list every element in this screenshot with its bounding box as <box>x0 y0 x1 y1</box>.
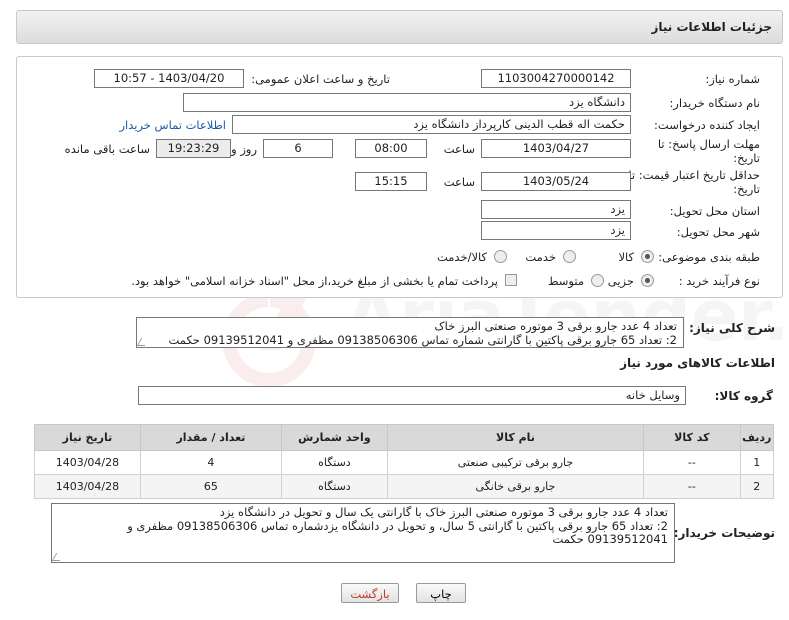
cell-code: -- <box>643 474 741 499</box>
back-button[interactable]: بازگشت <box>341 583 399 603</box>
need-number-field: 1103004270000142 <box>481 69 631 88</box>
table-row: 2 -- جارو برقی خانگی دستگاه 65 1403/04/2… <box>34 474 775 499</box>
cell-qty: 65 <box>139 474 282 499</box>
buyer-notes-line-1: تعداد 4 عدد جارو برقی 3 موتوره صنعتی الب… <box>219 505 668 519</box>
goods-table: ردیف کد کالا نام کالا واحد شمارش تعداد /… <box>34 424 775 499</box>
col-header-qty: تعداد / مقدار <box>139 424 282 451</box>
col-header-row: ردیف <box>739 424 775 451</box>
treasury-payment-checkbox[interactable] <box>505 274 517 286</box>
validity-time-label: ساعت <box>443 175 475 189</box>
process-radio-medium[interactable] <box>591 274 604 287</box>
category-label: طبقه بندی موضوعی: <box>658 250 760 264</box>
summary-line-2: 2: تعداد 65 جارو برقی پاکتین با گارانتی … <box>168 333 678 347</box>
buyer-org-label: نام دستگاه خریدار: <box>669 96 760 110</box>
resize-handle-icon[interactable] <box>52 553 65 561</box>
cell-unit: دستگاه <box>280 474 388 499</box>
process-label: نوع فرآیند خرید : <box>678 274 760 288</box>
col-header-name: نام کالا <box>386 424 645 451</box>
cell-code: -- <box>643 450 741 475</box>
city-label: شهر محل تحویل: <box>676 225 760 239</box>
print-button[interactable]: چاپ <box>416 583 466 603</box>
city-field: یزد <box>481 221 631 240</box>
table-row: 1 -- جارو برقی ترکیبی صنعتی دستگاه 4 140… <box>34 450 775 475</box>
validity-time-field: 15:15 <box>355 172 427 191</box>
announce-field: 1403/04/20 - 10:57 <box>94 69 244 88</box>
buyer-notes-label: توضیحات خریدار: <box>673 526 775 540</box>
cell-name: جارو برقی خانگی <box>386 474 645 499</box>
need-number-label: شماره نیاز: <box>705 72 760 86</box>
cell-unit: دستگاه <box>280 450 388 475</box>
days-label: روز و <box>231 142 257 156</box>
process-radio-minor[interactable] <box>641 274 654 287</box>
treasury-payment-note: پرداخت تمام یا بخشی از مبلغ خرید،از محل … <box>131 274 498 288</box>
page-title: جزئیات اطلاعات نیاز <box>16 10 783 44</box>
deadline-time-field: 08:00 <box>355 139 427 158</box>
col-header-unit: واحد شمارش <box>280 424 388 451</box>
requester-field: حکمت اله قطب الدینی کارپرداز دانشگاه یزد <box>232 115 631 134</box>
col-header-date: تاریخ نیاز <box>34 424 141 451</box>
buyer-contact-link[interactable]: اطلاعات تماس خریدار <box>119 118 226 132</box>
goods-table-header: ردیف کد کالا نام کالا واحد شمارش تعداد /… <box>34 424 775 451</box>
cell-date: 1403/04/28 <box>34 474 141 499</box>
requester-label: ایجاد کننده درخواست: <box>654 118 760 132</box>
buyer-notes-line-2: 2: تعداد 65 جارو برقی پاکتین با گارانتی … <box>127 518 668 533</box>
cell-qty: 4 <box>139 450 282 475</box>
deadline-date-label: تاریخ: <box>733 151 760 165</box>
deadline-label: مهلت ارسال پاسخ: تا <box>657 137 760 151</box>
summary-line-1: تعداد 4 عدد جارو برقی 3 موتوره صنعتی الب… <box>434 319 677 333</box>
col-header-code: کد کالا <box>643 424 741 451</box>
cell-date: 1403/04/28 <box>34 450 141 475</box>
category-radio-goods[interactable] <box>641 250 654 263</box>
buyer-notes-line-3: 09139512041 حکمت <box>552 532 668 546</box>
process-option-minor: جزیی <box>607 274 634 288</box>
province-label: استان محل تحویل: <box>669 204 760 218</box>
announce-label: تاریخ و ساعت اعلان عمومی: <box>251 72 390 86</box>
validity-date-field: 1403/05/24 <box>481 172 631 191</box>
category-radio-goods-service[interactable] <box>494 250 507 263</box>
remaining-time-field: 19:23:29 <box>156 139 231 158</box>
category-option-service: خدمت <box>525 250 556 264</box>
category-option-goods-service: کالا/خدمت <box>436 250 487 264</box>
category-radio-service[interactable] <box>563 250 576 263</box>
need-info-panel: شماره نیاز: 1103004270000142 تاریخ و ساع… <box>16 56 783 298</box>
validity-label: حداقل تاریخ اعتبار قیمت: تا <box>628 168 760 182</box>
deadline-date-field: 1403/04/27 <box>481 139 631 158</box>
cell-row: 2 <box>739 474 775 499</box>
summary-label: شرح کلی نیاز: <box>689 321 775 335</box>
buyer-org-field: دانشگاه یزد <box>183 93 631 112</box>
summary-textarea[interactable]: تعداد 4 عدد جارو برقی 3 موتوره صنعتی الب… <box>136 317 684 348</box>
category-option-goods: کالا <box>618 250 634 264</box>
goods-group-field: وسایل خانه <box>138 386 686 405</box>
buyer-notes-textarea[interactable]: تعداد 4 عدد جارو برقی 3 موتوره صنعتی الب… <box>51 503 675 563</box>
goods-section-title: اطلاعات کالاهای مورد نیاز <box>620 356 775 370</box>
validity-date-label: تاریخ: <box>733 182 760 196</box>
process-option-medium: متوسط <box>547 274 584 288</box>
cell-name: جارو برقی ترکیبی صنعتی <box>386 450 645 475</box>
province-field: یزد <box>481 200 631 219</box>
days-remaining-field: 6 <box>263 139 333 158</box>
cell-row: 1 <box>739 450 775 475</box>
goods-group-label: گروه کالا: <box>714 389 773 403</box>
deadline-time-label: ساعت <box>443 142 475 156</box>
remaining-label: ساعت باقی مانده <box>64 142 150 156</box>
